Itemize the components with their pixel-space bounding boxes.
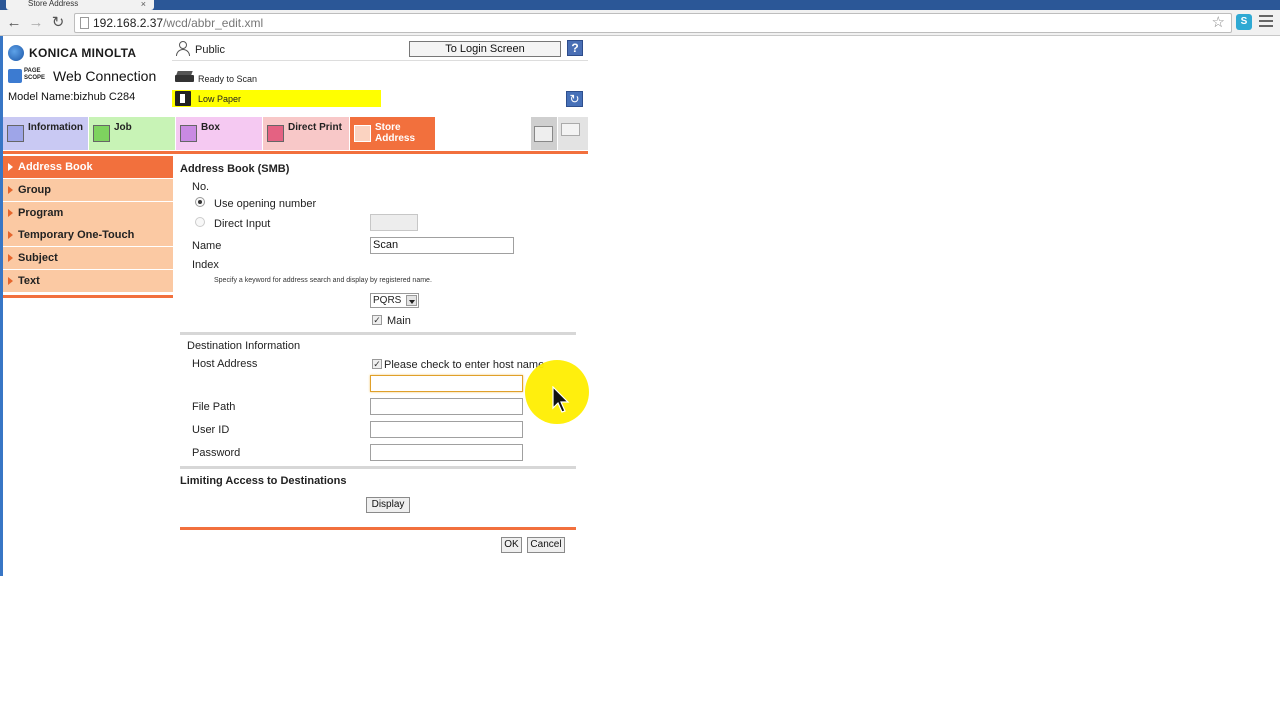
direct-input-radio[interactable] [195,217,205,227]
tab-information[interactable]: Information [3,117,88,150]
back-arrow-icon[interactable]: ← [4,13,24,33]
host-name-check-label: Please check to enter host name [384,359,545,371]
tab-store-address[interactable]: Store Address [350,117,435,150]
host-address-field[interactable] [370,375,523,392]
sidebar-item-subject[interactable]: Subject [3,247,173,270]
tab-direct-print[interactable]: Direct Print [263,117,349,150]
index-hint: Specify a keyword for address search and… [214,277,432,284]
user-icon [176,41,190,56]
address-bar[interactable]: 192.168.2.37/wcd/abbr_edit.xml ☆ [74,13,1232,33]
tab-box[interactable]: Box [176,117,262,150]
header-divider [172,60,588,61]
extension-icon[interactable]: S [1236,14,1252,30]
pagescope-line1: PAGE [24,68,41,74]
tab-customize[interactable] [558,117,588,150]
main-label: Main [387,315,411,327]
information-icon [7,125,24,142]
index-select[interactable]: PQRS [370,293,419,308]
user-id-field[interactable] [370,421,523,438]
sidebar-item-address-book[interactable]: Address Book [3,156,173,178]
name-field[interactable]: Scan [370,237,514,254]
print-icon [267,125,284,142]
help-icon[interactable]: ? [567,40,583,56]
reload-icon[interactable]: ↻ [48,13,68,33]
tab-information-label: Information [28,122,83,133]
customize-icon [561,123,580,136]
warning-text: Low Paper [198,94,242,104]
browser-toolbar: ← → ↻ 192.168.2.37/wcd/abbr_edit.xml ☆ S [0,10,1280,36]
menu-icon[interactable] [1259,15,1273,29]
sidebar: Address Book Group Program Temporary One… [3,156,173,293]
browser-tab-title: Store Address [28,0,79,8]
user-mode-label: Public [195,44,225,56]
section-divider [180,332,576,335]
tab-utility[interactable] [531,117,557,150]
no-label: No. [192,181,210,193]
mouse-cursor-icon [552,386,570,413]
ok-button[interactable]: OK [501,537,522,553]
scan-status: Ready to Scan [198,74,258,84]
page-title: Address Book (SMB) [180,163,290,175]
password-field[interactable] [370,444,523,461]
direct-input-label: Direct Input [214,218,271,230]
name-label: Name [192,240,222,252]
file-path-label: File Path [192,401,236,413]
browser-tab[interactable]: Store Address × [6,0,154,10]
destination-info-heading: Destination Information [187,340,301,352]
page-icon [80,17,89,29]
paper-warning-icon [175,91,191,106]
forward-arrow-icon[interactable]: → [26,13,46,33]
browser-titlebar [0,0,1280,10]
url-path: /wcd/abbr_edit.xml [163,16,264,30]
bookmark-star-icon[interactable]: ☆ [1212,14,1225,32]
warning-bar: Low Paper [172,90,381,107]
host-name-checkbox[interactable]: ✓ [372,359,382,369]
tab-job-label: Job [114,122,132,133]
section-divider [180,466,576,469]
file-path-field[interactable] [370,398,523,415]
index-label: Index [192,259,219,271]
use-opening-number-radio[interactable] [195,197,205,207]
login-screen-button[interactable]: To Login Screen [409,41,561,57]
display-button[interactable]: Display [366,497,410,513]
sidebar-item-text[interactable]: Text [3,269,173,292]
tab-job[interactable]: Job [89,117,175,150]
tab-store-address-line1: Store [375,122,401,133]
tab-store-address-line2: Address [375,133,416,144]
main-checkbox[interactable]: ✓ [372,315,382,325]
password-label: Password [192,447,241,459]
sidebar-divider [3,295,173,298]
cancel-button[interactable]: Cancel [527,537,565,553]
limiting-access-heading: Limiting Access to Destinations [180,475,347,487]
sidebar-item-group[interactable]: Group [3,178,173,201]
globe-icon [8,45,24,61]
use-opening-number-label: Use opening number [214,198,317,210]
box-icon [180,125,197,142]
pagescope-icon [8,69,22,83]
tab-box-label: Box [201,122,220,133]
model-name: Model Name:bizhub C284 [8,91,136,103]
user-id-label: User ID [192,424,230,436]
pagescope-line2: SCOPE [24,75,46,81]
sidebar-item-temporary-one-touch[interactable]: Temporary One-Touch [3,224,173,247]
host-address-label: Host Address [192,358,258,370]
store-address-icon [354,125,371,142]
pagescope-logo: PAGE SCOPE [8,68,48,84]
form-bottom-divider [180,527,576,530]
tab-underline [3,151,588,154]
job-icon [93,125,110,142]
brand-name: KONICA MINOLTA [29,46,137,60]
scanner-icon [175,71,194,83]
direct-input-number-field[interactable] [370,214,418,231]
url-host: 192.168.2.37 [93,16,164,30]
tab-close-icon[interactable]: × [141,0,146,9]
chevron-down-icon [406,295,417,306]
sidebar-item-program[interactable]: Program [3,201,173,224]
index-select-value: PQRS [373,295,402,306]
tab-direct-print-label: Direct Print [288,122,342,133]
utility-icon [534,126,553,142]
product-name: Web Connection [53,68,157,84]
refresh-icon[interactable]: ↻ [566,91,583,107]
